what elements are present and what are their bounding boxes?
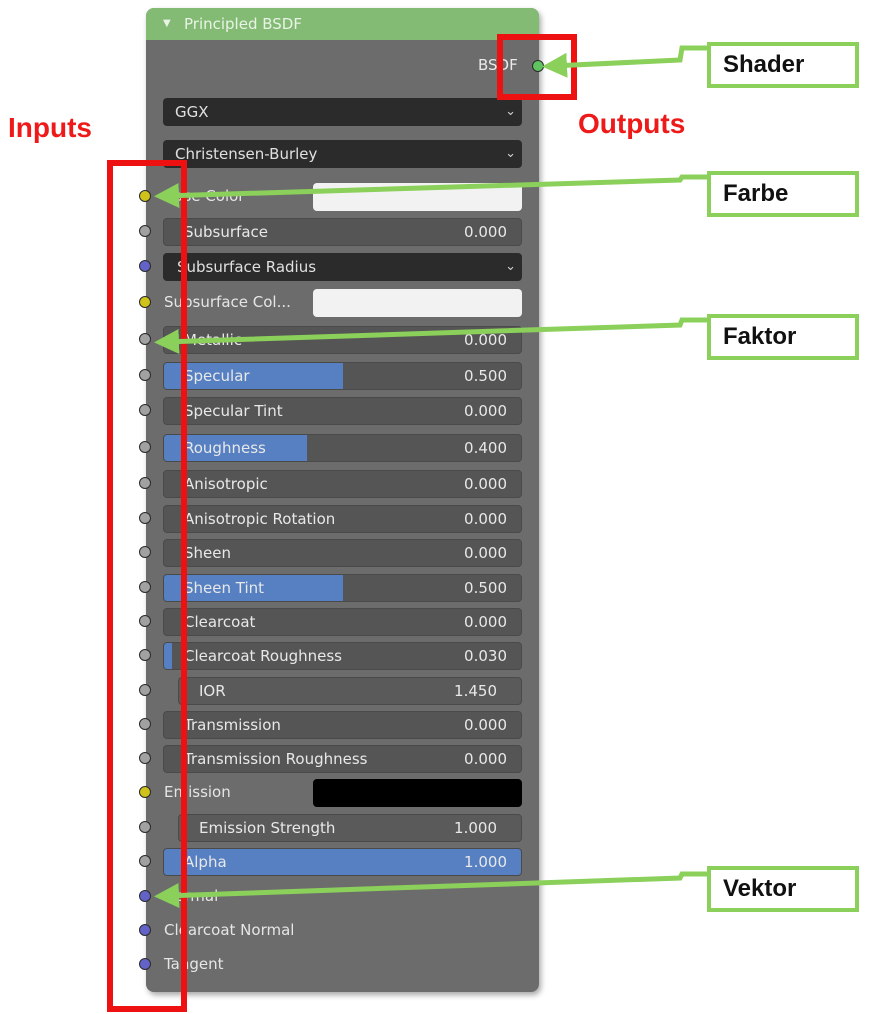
slider-sheen[interactable]: Sheen 0.000 bbox=[163, 539, 522, 567]
input-label: Specular Tint bbox=[184, 402, 283, 420]
input-label: Specular bbox=[184, 367, 250, 385]
vektor-label-box: Vektor bbox=[707, 866, 859, 912]
slider-clearcoat[interactable]: Clearcoat 0.000 bbox=[163, 608, 522, 636]
distribution-dropdown[interactable]: GGX ⌄ bbox=[163, 98, 522, 126]
slider-anisotropic-rotation[interactable]: Anisotropic Rotation 0.000 bbox=[163, 505, 522, 533]
input-label: Transmission Roughness bbox=[184, 750, 368, 768]
input-value: 0.000 bbox=[464, 750, 507, 768]
slider-metallic[interactable]: Metallic 0.000 bbox=[163, 326, 522, 354]
slider-roughness[interactable]: Roughness 0.400 bbox=[163, 434, 522, 462]
input-label: Anisotropic Rotation bbox=[184, 510, 336, 528]
subsurface-method-dropdown[interactable]: Christensen-Burley ⌄ bbox=[163, 140, 522, 168]
node-title: Principled BSDF bbox=[184, 15, 302, 33]
slider-transmission-roughness[interactable]: Transmission Roughness 0.000 bbox=[163, 745, 522, 773]
node-header[interactable]: ▼ Principled BSDF bbox=[146, 8, 539, 40]
slider-alpha[interactable]: Alpha 1.000 bbox=[163, 848, 522, 876]
slider-specular-tint[interactable]: Specular Tint 0.000 bbox=[163, 397, 522, 425]
outputs-label: Outputs bbox=[578, 108, 686, 139]
input-label: Emission Strength bbox=[199, 819, 336, 837]
input-label: Sheen Tint bbox=[184, 579, 265, 597]
inputs-highlight-box bbox=[107, 160, 187, 1012]
input-label: Clearcoat bbox=[184, 613, 256, 631]
shader-label-box: Shader bbox=[707, 42, 859, 88]
inputs-label: Inputs bbox=[8, 112, 92, 143]
distribution-value: GGX bbox=[175, 103, 209, 121]
input-label: Subsurface Radius bbox=[177, 258, 317, 276]
input-value: 1.000 bbox=[454, 819, 497, 837]
input-label: Metallic bbox=[184, 331, 242, 349]
input-label: Transmission bbox=[184, 716, 281, 734]
input-label: Alpha bbox=[184, 853, 227, 871]
faktor-label-box: Faktor bbox=[707, 314, 859, 360]
screenshot-stage: ▼ Principled BSDF BSDF GGX ⌄ Christensen… bbox=[0, 0, 889, 1014]
input-value: 0.000 bbox=[464, 331, 507, 349]
input-value: 0.000 bbox=[464, 716, 507, 734]
input-value: 0.000 bbox=[464, 402, 507, 420]
input-label: Roughness bbox=[184, 439, 266, 457]
color-swatch-emission[interactable] bbox=[313, 779, 522, 807]
input-value: 0.030 bbox=[464, 647, 507, 665]
chevron-down-icon: ⌄ bbox=[505, 104, 516, 119]
slider-ior[interactable]: IOR 1.450 bbox=[178, 677, 522, 705]
color-swatch-subsurface-col[interactable] bbox=[313, 289, 522, 317]
slider-emission-strength[interactable]: Emission Strength 1.000 bbox=[178, 814, 522, 842]
input-label: Clearcoat Roughness bbox=[184, 647, 342, 665]
slider-clearcoat-roughness[interactable]: Clearcoat Roughness 0.030 bbox=[163, 642, 522, 670]
triangle-down-icon[interactable]: ▼ bbox=[163, 8, 171, 40]
slider-anisotropic[interactable]: Anisotropic 0.000 bbox=[163, 470, 522, 498]
chevron-down-icon: ⌄ bbox=[505, 146, 516, 161]
input-value: 0.500 bbox=[464, 367, 507, 385]
color-swatch-base-color[interactable] bbox=[313, 183, 522, 211]
input-label: Sheen bbox=[184, 544, 231, 562]
outputs-highlight-box bbox=[497, 34, 577, 100]
farbe-label: Farbe bbox=[723, 180, 789, 207]
faktor-label: Faktor bbox=[723, 323, 797, 350]
input-value: 1.000 bbox=[464, 853, 507, 871]
subsurface-method-value: Christensen-Burley bbox=[175, 145, 318, 163]
slider-specular[interactable]: Specular 0.500 bbox=[163, 362, 522, 390]
slider-sheen-tint[interactable]: Sheen Tint 0.500 bbox=[163, 574, 522, 602]
slider-transmission[interactable]: Transmission 0.000 bbox=[163, 711, 522, 739]
input-value: 1.450 bbox=[454, 682, 497, 700]
input-value: 0.400 bbox=[464, 439, 507, 457]
input-value: 0.000 bbox=[464, 544, 507, 562]
input-label: Anisotropic bbox=[184, 475, 268, 493]
input-value: 0.000 bbox=[464, 510, 507, 528]
slider-subsurface[interactable]: Subsurface 0.000 bbox=[163, 218, 522, 246]
input-value: 0.500 bbox=[464, 579, 507, 597]
chevron-down-icon: ⌄ bbox=[505, 259, 516, 274]
input-label: IOR bbox=[199, 682, 226, 700]
dropdown-subsurface-radius[interactable]: Subsurface Radius ⌄ bbox=[163, 253, 522, 281]
input-value: 0.000 bbox=[464, 223, 507, 241]
input-label: Subsurface bbox=[184, 223, 268, 241]
input-value: 0.000 bbox=[464, 613, 507, 631]
farbe-label-box: Farbe bbox=[707, 171, 859, 217]
input-value: 0.000 bbox=[464, 475, 507, 493]
shader-label: Shader bbox=[723, 51, 805, 78]
vektor-label: Vektor bbox=[723, 875, 797, 902]
